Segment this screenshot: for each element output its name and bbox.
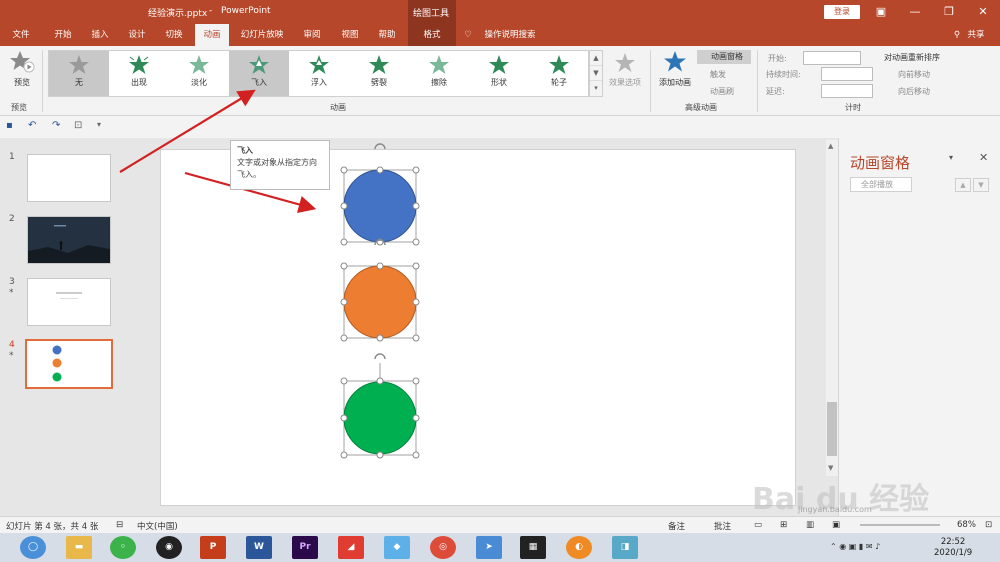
zoom-level[interactable]: 68% bbox=[957, 520, 976, 530]
file-explorer-icon[interactable]: ▬ bbox=[66, 536, 92, 559]
tray-icons[interactable]: ⌃ ◉ ▣ ▮ ✉ ♪ bbox=[830, 542, 880, 551]
pane-close-icon[interactable]: ✕ bbox=[979, 151, 988, 164]
start-orb-icon[interactable]: ◯ bbox=[20, 536, 46, 559]
notes-button[interactable]: 备注 bbox=[668, 520, 685, 532]
zoom-slider[interactable] bbox=[860, 524, 940, 526]
orange-circle-shape[interactable] bbox=[340, 239, 420, 342]
reading-view-icon[interactable]: ▥ bbox=[806, 520, 814, 530]
tooltip-description: 文字或对象从指定方向飞入。 bbox=[237, 158, 317, 179]
play-all-label: 全部播放 bbox=[861, 180, 893, 189]
pane-move-up-icon[interactable]: ▲ bbox=[955, 178, 971, 192]
qq-icon[interactable]: ◉ bbox=[156, 536, 182, 559]
clock-time: 22:52 bbox=[940, 537, 966, 547]
slide-scrollbar[interactable]: ▲ ▼ bbox=[826, 140, 838, 476]
app-teal-icon[interactable]: ◨ bbox=[612, 536, 638, 559]
pane-options-icon[interactable]: ▾ bbox=[949, 153, 953, 162]
app-orange-icon[interactable]: ◐ bbox=[566, 536, 592, 559]
pane-move-down-icon[interactable]: ▼ bbox=[973, 178, 989, 192]
blue-circle-shape[interactable] bbox=[340, 143, 420, 246]
status-bar: 幻灯片 第 4 张，共 4 张 ⊟ 中文(中国) 备注 批注 ▭ ⊞ ▥ ▣ 6… bbox=[0, 516, 1000, 533]
powerpoint-taskbar-icon[interactable]: P bbox=[200, 536, 226, 559]
normal-view-icon[interactable]: ▭ bbox=[754, 520, 762, 530]
scroll-up-icon[interactable]: ▲ bbox=[828, 142, 833, 150]
system-clock[interactable]: 22:52 2020/1/9 bbox=[934, 537, 972, 559]
wechat-icon[interactable]: ◦ bbox=[110, 536, 136, 559]
green-circle-shape[interactable] bbox=[340, 353, 420, 459]
scroll-thumb[interactable] bbox=[827, 402, 837, 456]
windows-taskbar: ◯ ▬ ◦ ◉ P W Pr ◢ ◆ ◎ ➤ ▦ ◐ ◨ ⌃ ◉ ▣ ▮ ✉ ♪… bbox=[0, 533, 1000, 562]
app-bird-icon[interactable]: ◆ bbox=[384, 536, 410, 559]
slideshow-view-icon[interactable]: ▣ bbox=[832, 520, 840, 530]
slide-info: 幻灯片 第 4 张，共 4 张 bbox=[6, 522, 99, 532]
video-editor-icon[interactable]: ▦ bbox=[520, 536, 546, 559]
watermark-url: jingyan.baidu.com bbox=[798, 505, 872, 514]
spellcheck-icon[interactable]: ⊟ bbox=[116, 520, 123, 530]
tooltip-title: 飞入 bbox=[237, 146, 253, 155]
clock-date: 2020/1/9 bbox=[934, 548, 973, 558]
fly-in-tooltip: 飞入 文字或对象从指定方向飞入。 bbox=[230, 140, 330, 190]
comments-button[interactable]: 批注 bbox=[714, 520, 731, 532]
feishu-icon[interactable]: ➤ bbox=[476, 536, 502, 559]
scroll-down-icon[interactable]: ▼ bbox=[828, 464, 833, 472]
sorter-view-icon[interactable]: ⊞ bbox=[780, 520, 787, 530]
language-indicator[interactable]: 中文(中国) bbox=[137, 520, 178, 532]
word-taskbar-icon[interactable]: W bbox=[246, 536, 272, 559]
pane-title: 动画窗格 bbox=[850, 154, 911, 172]
chrome-icon[interactable]: ◎ bbox=[430, 536, 456, 559]
app-icon[interactable]: ◢ bbox=[338, 536, 364, 559]
animation-pane: 动画窗格 ▾ ✕ 全部播放 ▲ ▼ bbox=[838, 138, 1000, 516]
fit-slide-icon[interactable]: ⊡ bbox=[985, 520, 992, 530]
play-all-button[interactable]: 全部播放 bbox=[850, 177, 912, 192]
premiere-icon[interactable]: Pr bbox=[292, 536, 318, 559]
